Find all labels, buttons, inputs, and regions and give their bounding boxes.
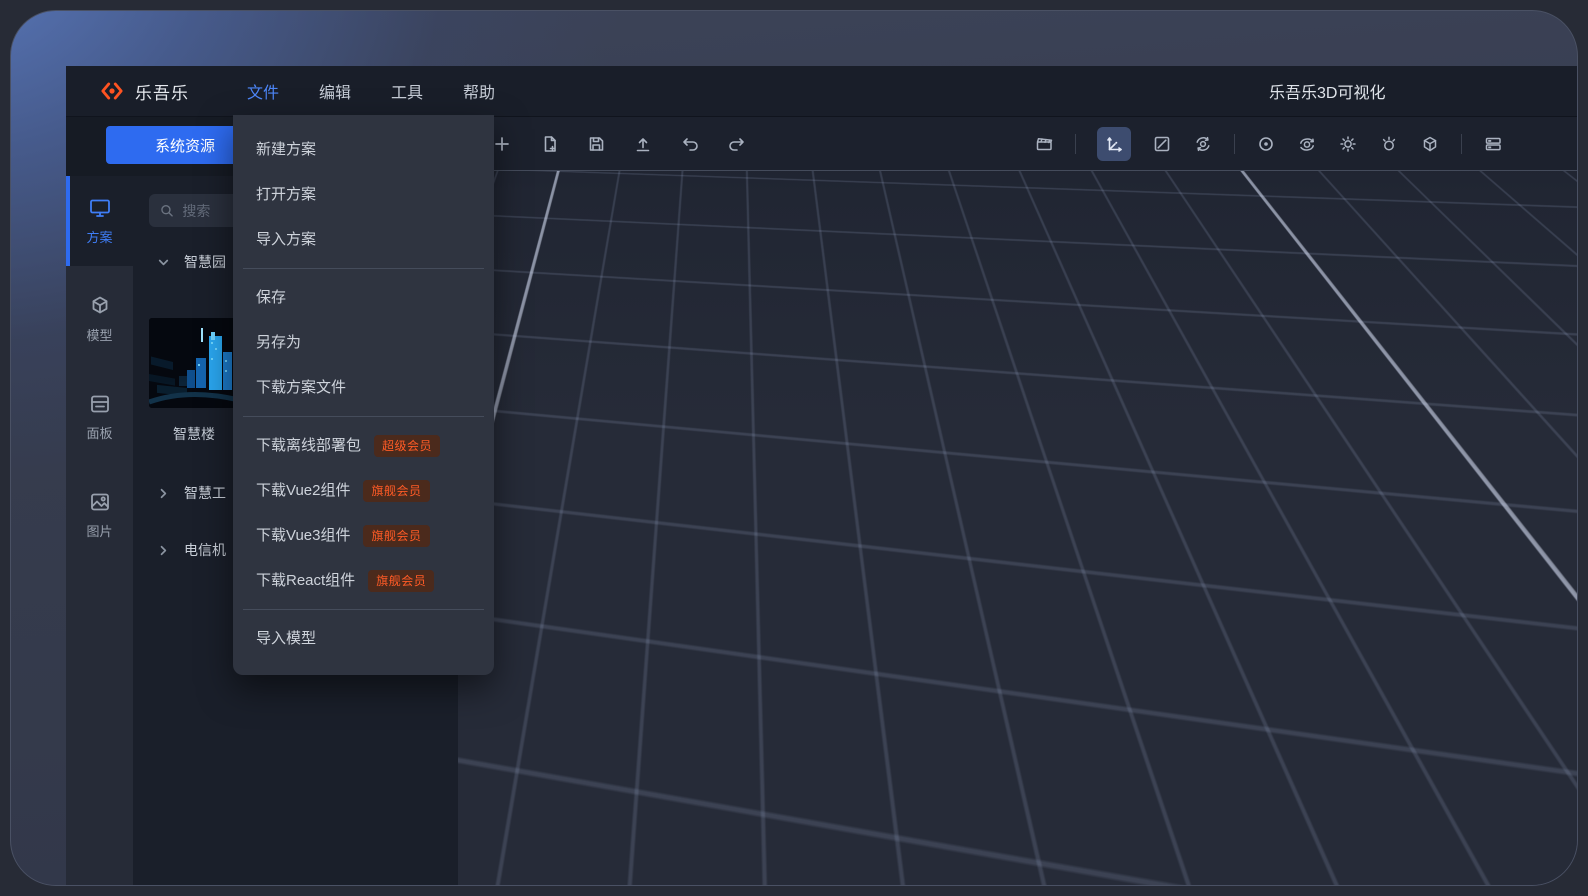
image-icon [88, 490, 112, 514]
menu-item-label: 下载React组件 [256, 558, 355, 603]
focus-target-icon[interactable] [1256, 134, 1276, 154]
toolbar-left-group [492, 117, 747, 171]
menu-item-label: 导入方案 [256, 217, 316, 262]
toolbar-divider [1234, 134, 1235, 154]
menu-item-save-as[interactable]: 另存为 [233, 320, 494, 365]
menu-item-label: 下载Vue2组件 [256, 468, 350, 513]
menu-item-label: 另存为 [256, 320, 301, 365]
chevron-right-icon [157, 487, 170, 500]
axes-icon[interactable] [1097, 127, 1131, 161]
menubar: 乐吾乐 文件 编辑 工具 帮助 乐吾乐3D可视化 [66, 66, 1577, 117]
window-title: 乐吾乐3D可视化 [1269, 79, 1385, 103]
city-thumbnail-art [149, 318, 239, 408]
menu-item-label: 下载Vue3组件 [256, 513, 350, 558]
tree-label: 智慧工 [184, 483, 226, 503]
membership-badge: 旗舰会员 [363, 480, 429, 502]
tree-label: 智慧园 [184, 252, 226, 272]
menu-item-label: 下载方案文件 [256, 365, 346, 410]
menu-tools[interactable]: 工具 [391, 79, 423, 103]
menu-help[interactable]: 帮助 [463, 79, 495, 103]
plus-icon[interactable] [492, 134, 512, 154]
tab-label: 方案 [86, 227, 112, 246]
tab-label: 模型 [86, 325, 112, 344]
menu-item-label: 下载离线部署包 [256, 423, 361, 468]
tab-model[interactable]: 模型 [66, 274, 133, 364]
menu-item-download-vue2[interactable]: 下载Vue2组件 旗舰会员 [233, 468, 494, 513]
menu-item-save[interactable]: 保存 [233, 275, 494, 320]
toolbar-divider [1075, 134, 1076, 154]
menu-item-import-model[interactable]: 导入模型 [233, 616, 494, 661]
clapperboard-icon[interactable] [1034, 134, 1054, 154]
orbit-icon[interactable] [1193, 134, 1213, 154]
viewport-3d[interactable] [458, 117, 1577, 885]
brand-name: 乐吾乐 [135, 79, 189, 104]
grid-perspective [458, 141, 1577, 885]
menu-item-download-plan-file[interactable]: 下载方案文件 [233, 365, 494, 410]
membership-badge: 旗舰会员 [363, 525, 429, 547]
toolbar-right-group [1034, 117, 1503, 171]
backdrop-card: 乐吾乐 文件 编辑 工具 帮助 乐吾乐3D可视化 系统资源 [10, 10, 1578, 886]
orbit-camera-icon[interactable] [1297, 134, 1317, 154]
tab-label: 面板 [86, 423, 112, 442]
polyhedron-icon[interactable] [1420, 134, 1440, 154]
cube-icon [88, 294, 112, 318]
point-light-icon[interactable] [1379, 134, 1399, 154]
tab-label: 图片 [86, 521, 112, 540]
pen-square-icon[interactable] [1152, 134, 1172, 154]
main-menu: 文件 编辑 工具 帮助 [247, 79, 495, 103]
file-menu-dropdown: 新建方案 打开方案 导入方案 保存 另存为 下载方案文件 下载离线部署包 超级会… [233, 115, 494, 675]
sidebar-tabstrip: 方案 模型 面板 图片 [66, 176, 133, 885]
scene-thumbnail[interactable] [149, 318, 239, 408]
save-icon[interactable] [586, 134, 606, 154]
app-logo[interactable]: 乐吾乐 [99, 78, 189, 104]
membership-badge: 旗舰会员 [368, 570, 434, 592]
menu-divider [243, 416, 484, 417]
redo-icon[interactable] [727, 134, 747, 154]
tab-panel[interactable]: 面板 [66, 372, 133, 462]
menu-item-download-offline-package[interactable]: 下载离线部署包 超级会员 [233, 423, 494, 468]
menu-item-download-vue3[interactable]: 下载Vue3组件 旗舰会员 [233, 513, 494, 558]
sun-light-icon[interactable] [1338, 134, 1358, 154]
menu-item-new-plan[interactable]: 新建方案 [233, 127, 494, 172]
active-tab-indicator [66, 176, 70, 266]
menu-item-download-react[interactable]: 下载React组件 旗舰会员 [233, 558, 494, 603]
chevron-right-icon [157, 544, 170, 557]
upload-icon[interactable] [633, 134, 653, 154]
menu-item-label: 新建方案 [256, 127, 316, 172]
menu-divider [243, 609, 484, 610]
brand-logo-icon [99, 78, 125, 104]
toolbar-divider [1461, 134, 1462, 154]
panel-icon [88, 392, 112, 416]
menu-edit[interactable]: 编辑 [319, 79, 351, 103]
chevron-down-icon [157, 256, 170, 269]
tree-label: 电信机 [184, 540, 226, 560]
panels-icon[interactable] [1483, 134, 1503, 154]
menu-item-open-plan[interactable]: 打开方案 [233, 172, 494, 217]
undo-icon[interactable] [680, 134, 700, 154]
menu-item-label: 导入模型 [256, 616, 316, 661]
monitor-icon [88, 196, 112, 220]
menu-item-import-plan[interactable]: 导入方案 [233, 217, 494, 262]
search-icon [159, 202, 174, 219]
menu-file[interactable]: 文件 [247, 79, 279, 103]
app-window: 乐吾乐 文件 编辑 工具 帮助 乐吾乐3D可视化 系统资源 [66, 66, 1577, 885]
new-file-icon[interactable] [539, 134, 559, 154]
menu-item-label: 保存 [256, 275, 286, 320]
membership-badge: 超级会员 [374, 435, 440, 457]
tab-images[interactable]: 图片 [66, 470, 133, 560]
menu-divider [243, 268, 484, 269]
thumbnail-label[interactable]: 智慧楼 [149, 424, 239, 444]
menu-item-label: 打开方案 [256, 172, 316, 217]
tab-plan[interactable]: 方案 [66, 176, 133, 266]
